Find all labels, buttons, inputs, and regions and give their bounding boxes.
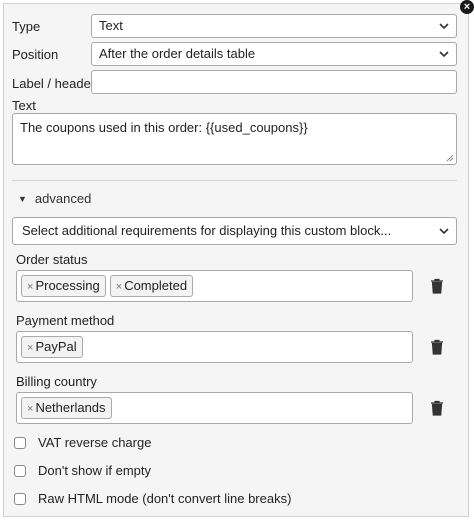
label-header-label: Label / header — [12, 76, 96, 91]
tag-remove-icon[interactable]: × — [27, 403, 33, 415]
position-select[interactable]: After the order details table — [91, 42, 457, 66]
tag-completed[interactable]: × Completed — [109, 275, 194, 297]
tag-paypal[interactable]: × PayPal — [21, 336, 83, 358]
text-label: Text — [12, 98, 36, 113]
tag-label: Completed — [124, 278, 188, 293]
requirements-select-placeholder: Select additional requirements for displ… — [22, 223, 392, 238]
type-label: Type — [12, 19, 41, 34]
checkbox-label: Don't show if empty — [38, 463, 152, 478]
checkbox-label: Raw HTML mode (don't convert line breaks… — [38, 491, 292, 506]
tag-label: Processing — [35, 278, 100, 293]
section-divider — [12, 180, 457, 181]
vat-reverse-charge-checkbox[interactable] — [14, 437, 26, 449]
payment-method-tagbox[interactable]: × PayPal — [16, 331, 413, 363]
order-status-tagbox[interactable]: × Processing × Completed — [16, 270, 413, 302]
raw-html-mode-option[interactable]: Raw HTML mode (don't convert line breaks… — [14, 491, 291, 506]
custom-block-panel: Type Text Position After the order detai… — [3, 3, 469, 517]
chevron-down-icon — [439, 51, 449, 58]
order-status-label: Order status — [16, 252, 88, 267]
billing-country-label: Billing country — [16, 374, 97, 389]
tag-label: PayPal — [35, 339, 77, 354]
tag-netherlands[interactable]: × Netherlands — [21, 397, 112, 419]
payment-method-label: Payment method — [16, 313, 115, 328]
position-select-value: After the order details table — [99, 46, 256, 61]
tag-remove-icon[interactable]: × — [27, 281, 33, 293]
billing-country-tagbox[interactable]: × Netherlands — [16, 392, 413, 424]
tag-remove-icon[interactable]: × — [27, 342, 33, 354]
resize-handle-icon[interactable] — [446, 154, 454, 162]
label-header-input[interactable] — [91, 70, 457, 94]
position-label: Position — [12, 47, 59, 62]
advanced-toggle-label: advanced — [34, 191, 92, 206]
text-textarea-value: The coupons used in this order: {{used_c… — [20, 120, 308, 135]
trash-icon[interactable] — [430, 278, 444, 294]
trash-icon[interactable] — [430, 400, 444, 416]
dont-show-if-empty-checkbox[interactable] — [14, 465, 26, 477]
tag-remove-icon[interactable]: × — [116, 281, 122, 293]
chevron-down-icon — [439, 228, 449, 235]
caret-down-icon: ▼ — [18, 194, 27, 204]
tag-processing[interactable]: × Processing — [21, 275, 106, 297]
vat-reverse-charge-option[interactable]: VAT reverse charge — [14, 435, 151, 450]
tag-label: Netherlands — [35, 400, 106, 415]
type-select[interactable]: Text — [91, 14, 457, 38]
requirements-select[interactable]: Select additional requirements for displ… — [12, 217, 457, 245]
trash-icon[interactable] — [430, 339, 444, 355]
text-textarea[interactable]: The coupons used in this order: {{used_c… — [12, 113, 457, 165]
advanced-toggle[interactable]: ▼ advanced — [18, 191, 91, 206]
raw-html-mode-checkbox[interactable] — [14, 493, 26, 505]
dont-show-if-empty-option[interactable]: Don't show if empty — [14, 463, 151, 478]
checkbox-label: VAT reverse charge — [38, 435, 152, 450]
close-icon[interactable]: × — [460, 0, 474, 14]
type-select-value: Text — [99, 18, 123, 33]
chevron-down-icon — [439, 23, 449, 30]
